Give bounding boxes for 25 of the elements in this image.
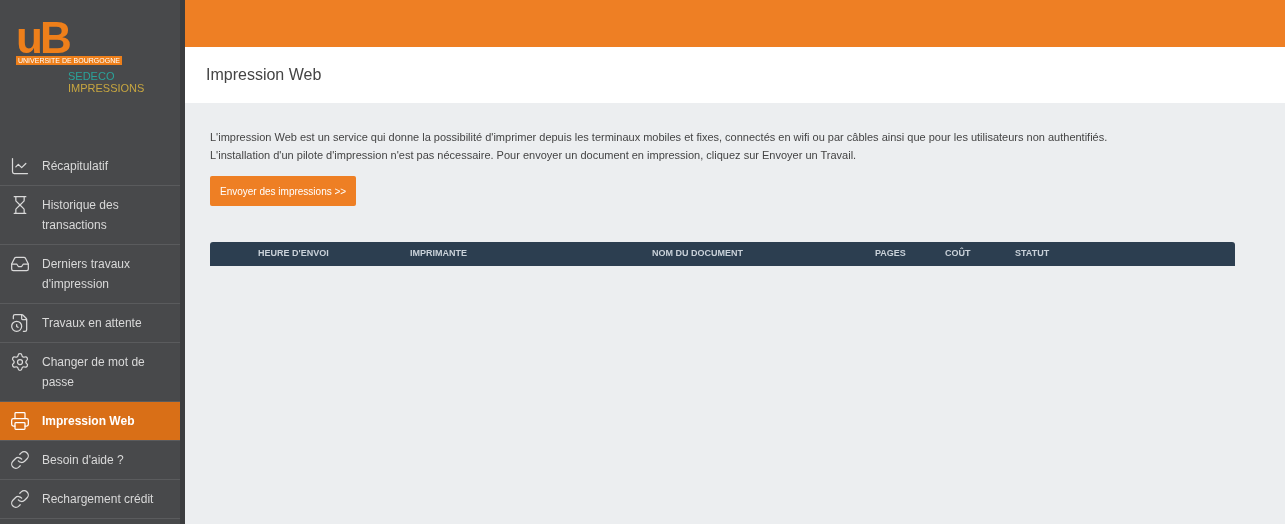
link-icon xyxy=(10,489,30,509)
link-icon xyxy=(10,450,30,470)
document-clock-icon xyxy=(10,313,30,333)
column-header: IMPRIMANTE xyxy=(410,247,468,261)
page-title: Impression Web xyxy=(206,65,322,85)
column-header: NOM DU DOCUMENT xyxy=(652,247,744,261)
column-header: STATUT xyxy=(1015,247,1051,261)
sidebar-item[interactable]: Historique des transactions xyxy=(0,186,180,245)
description: L'impression Web est un service qui donne la possibilité d'imprimer depuis les terminaux mobiles et fixes, connectés en wifi ou par câbles ainsi que pour les utilisateurs non authentifiés. L'installation d'un pilote d'impression n'est pas nécessaire. Pour envoyer un document en impression, cliquez sur Envoyer un Travail. xyxy=(210,130,1109,163)
logo-mark: uB xyxy=(16,20,69,56)
printer-icon xyxy=(10,411,30,431)
column-header: PAGES xyxy=(875,247,907,261)
logo-text: SEDECO xyxy=(68,71,116,82)
column-header: HEURE D'ENVOI xyxy=(258,247,330,261)
sidebar-item[interactable]: Impression Web xyxy=(0,402,180,441)
settings-icon xyxy=(10,352,30,372)
sidebar-item[interactable]: Récapitulatif xyxy=(0,147,180,186)
sidebar-item[interactable]: Derniers travaux d'impression xyxy=(0,245,180,304)
sidebar-item[interactable]: Travaux en attente xyxy=(0,304,180,343)
column-header: COÛT xyxy=(945,247,972,261)
chart-icon xyxy=(10,156,30,176)
sidebar-item[interactable]: Besoin d'aide ? xyxy=(0,441,180,480)
inbox-icon xyxy=(10,254,30,274)
logo-text: IMPRESSIONS xyxy=(68,82,146,94)
sidebar-item[interactable]: Rechargement crédit xyxy=(0,480,180,519)
